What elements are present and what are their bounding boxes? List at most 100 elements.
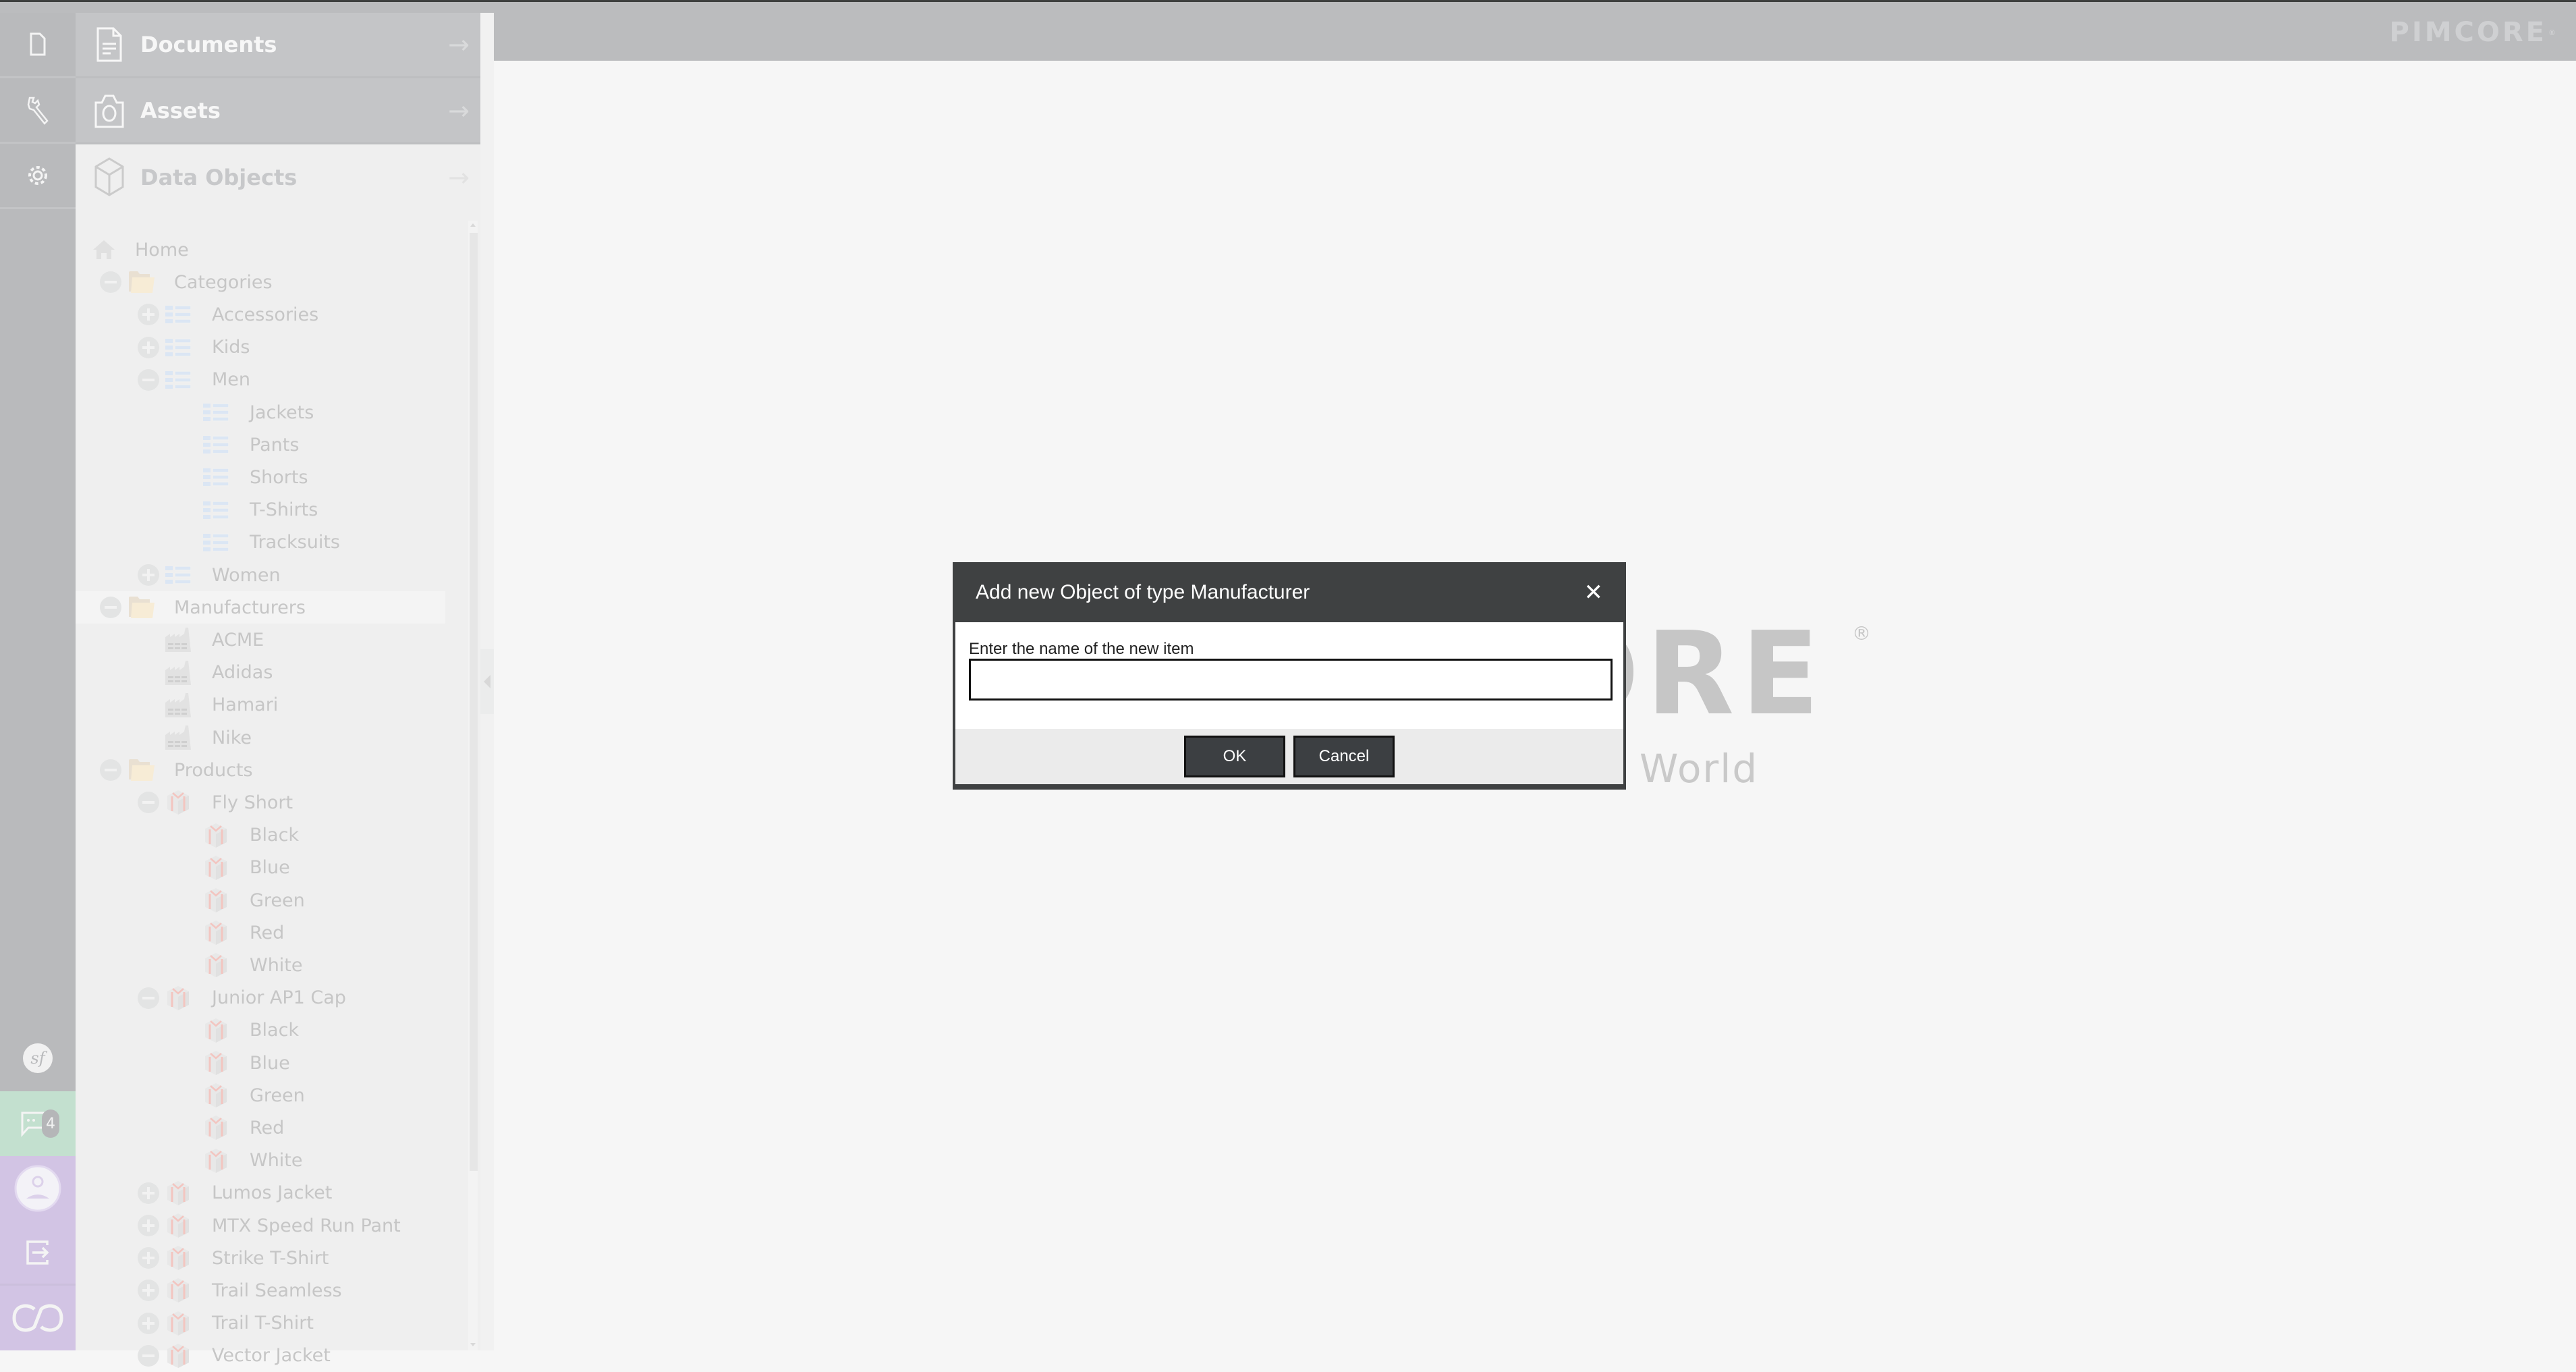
toolbar-notifications-button[interactable]: 4 — [0, 1091, 76, 1156]
tree-node[interactable]: Fly Short — [76, 786, 445, 819]
tree-node-label: Junior AP1 Cap — [212, 987, 346, 1009]
tree-node[interactable]: Shorts — [76, 461, 445, 493]
tree-node[interactable]: Home — [76, 234, 445, 266]
tree-node[interactable]: Accessories — [76, 298, 445, 331]
tree-node[interactable]: Nike — [76, 721, 445, 754]
factory-icon — [165, 692, 192, 717]
tree-node[interactable]: Red — [76, 1112, 445, 1144]
tree-node[interactable]: Tracksuits — [76, 526, 445, 559]
tree-node[interactable]: ACME — [76, 624, 445, 656]
scrollbar-thumb[interactable] — [470, 233, 478, 1171]
logout-icon — [26, 1240, 49, 1265]
tree-node[interactable]: Adidas — [76, 657, 445, 689]
product-icon — [202, 953, 229, 978]
tree-node[interactable]: Black — [76, 1014, 445, 1047]
collapse-icon[interactable] — [100, 759, 121, 781]
expand-icon[interactable] — [138, 336, 159, 358]
factory-icon — [165, 628, 192, 653]
collapse-icon[interactable] — [100, 271, 121, 294]
expand-icon[interactable] — [138, 1312, 159, 1334]
toolbar-symfony-button[interactable]: sf — [0, 1025, 76, 1091]
product-icon — [202, 823, 229, 848]
collapse-icon[interactable] — [100, 597, 121, 619]
tree-node[interactable]: Men — [76, 364, 445, 396]
toolbar-settings-button[interactable] — [0, 144, 76, 209]
tree-node[interactable]: Blue — [76, 1047, 445, 1079]
collapse-icon[interactable] — [138, 1344, 159, 1367]
collapse-icon[interactable] — [138, 368, 159, 391]
cancel-button[interactable]: Cancel — [1293, 736, 1395, 777]
tree-scrollbar[interactable] — [468, 221, 478, 1350]
collapse-icon[interactable] — [138, 792, 159, 814]
product-icon — [202, 1083, 229, 1108]
scroll-up-icon[interactable] — [470, 223, 476, 227]
tree-node[interactable]: Trail Seamless — [76, 1274, 445, 1307]
tree-node[interactable]: Black — [76, 819, 445, 852]
tree-node[interactable]: Junior AP1 Cap — [76, 982, 445, 1014]
toolbar-tools-button[interactable] — [0, 78, 76, 144]
tree-node[interactable]: Kids — [76, 331, 445, 364]
nav-assets[interactable]: Assets → — [76, 78, 480, 144]
factory-icon — [165, 660, 192, 685]
tree-node[interactable]: Women — [76, 559, 445, 591]
name-input[interactable] — [969, 659, 1613, 701]
expand-icon[interactable] — [138, 1215, 159, 1236]
tree-node-label: Pants — [250, 434, 300, 456]
tree-node-label: Blue — [250, 1052, 290, 1074]
tree-node[interactable]: Hamari — [76, 689, 445, 721]
tree-node[interactable]: T-Shirts — [76, 494, 445, 526]
toolbar-logout-button[interactable] — [0, 1221, 76, 1286]
tree-node-label: Trail Seamless — [212, 1280, 342, 1301]
data-objects-tree: Home Categories Accessories Kids Men Jackets P… — [76, 216, 467, 1368]
product-icon — [165, 1278, 192, 1303]
tree-node-label: Lumos Jacket — [212, 1182, 333, 1204]
tree-node-label: Home — [135, 239, 189, 260]
left-toolbar: sf 4 — [0, 13, 76, 1350]
nav-data-objects[interactable]: Data Objects → — [76, 144, 480, 210]
collapse-panel-handle[interactable] — [480, 649, 494, 714]
toolbar-pimcore-button[interactable] — [0, 1286, 76, 1350]
tree-node[interactable]: Green — [76, 884, 445, 916]
tree-node[interactable]: Pants — [76, 429, 445, 461]
tree-node[interactable]: White — [76, 949, 445, 981]
product-icon — [165, 1180, 192, 1205]
tree-node[interactable]: Vector Jacket — [76, 1340, 445, 1372]
expand-icon[interactable] — [138, 1280, 159, 1302]
toolbar-file-button[interactable] — [0, 13, 76, 78]
close-icon[interactable]: ✕ — [1584, 579, 1604, 606]
tree-node[interactable]: Red — [76, 916, 445, 949]
expand-icon[interactable] — [138, 564, 159, 586]
tree-node[interactable]: Green — [76, 1079, 445, 1112]
expand-icon[interactable] — [138, 1247, 159, 1269]
product-icon — [165, 1246, 192, 1271]
toolbar-user-button[interactable] — [0, 1156, 76, 1221]
tree-node-label: Men — [212, 369, 251, 391]
expand-icon[interactable] — [138, 304, 159, 326]
collapse-icon[interactable] — [138, 987, 159, 1009]
tree-node[interactable]: Blue — [76, 852, 445, 884]
product-icon — [165, 985, 192, 1010]
product-icon — [165, 1311, 192, 1336]
tree-node[interactable]: Strike T-Shirt — [76, 1242, 445, 1274]
tree-node[interactable]: Manufacturers — [76, 591, 445, 624]
tree-node[interactable]: Jackets — [76, 396, 445, 429]
tree-node[interactable]: White — [76, 1145, 445, 1177]
ok-button[interactable]: OK — [1184, 736, 1285, 777]
arrow-right-icon: → — [448, 95, 470, 126]
dialog-title-bar[interactable]: Add new Object of type Manufacturer ✕ — [955, 562, 1623, 622]
tree-node-label: MTX Speed Run Pant — [212, 1215, 401, 1236]
arrow-right-icon: → — [448, 162, 470, 192]
nav-documents[interactable]: Documents → — [76, 13, 480, 78]
tree-node[interactable]: Lumos Jacket — [76, 1177, 445, 1209]
folder-icon — [128, 270, 155, 294]
tree-node-label: Adidas — [212, 662, 273, 684]
logo-registered: ® — [2548, 28, 2556, 37]
expand-icon[interactable] — [138, 1182, 159, 1204]
tree-node[interactable]: MTX Speed Run Pant — [76, 1209, 445, 1242]
tree-node-label: Categories — [174, 271, 273, 293]
cube-icon — [94, 157, 124, 196]
tree-node[interactable]: Products — [76, 754, 445, 786]
tree-node[interactable]: Trail T-Shirt — [76, 1307, 445, 1340]
tree-node[interactable]: Categories — [76, 266, 445, 298]
scroll-down-icon[interactable] — [470, 1343, 476, 1346]
